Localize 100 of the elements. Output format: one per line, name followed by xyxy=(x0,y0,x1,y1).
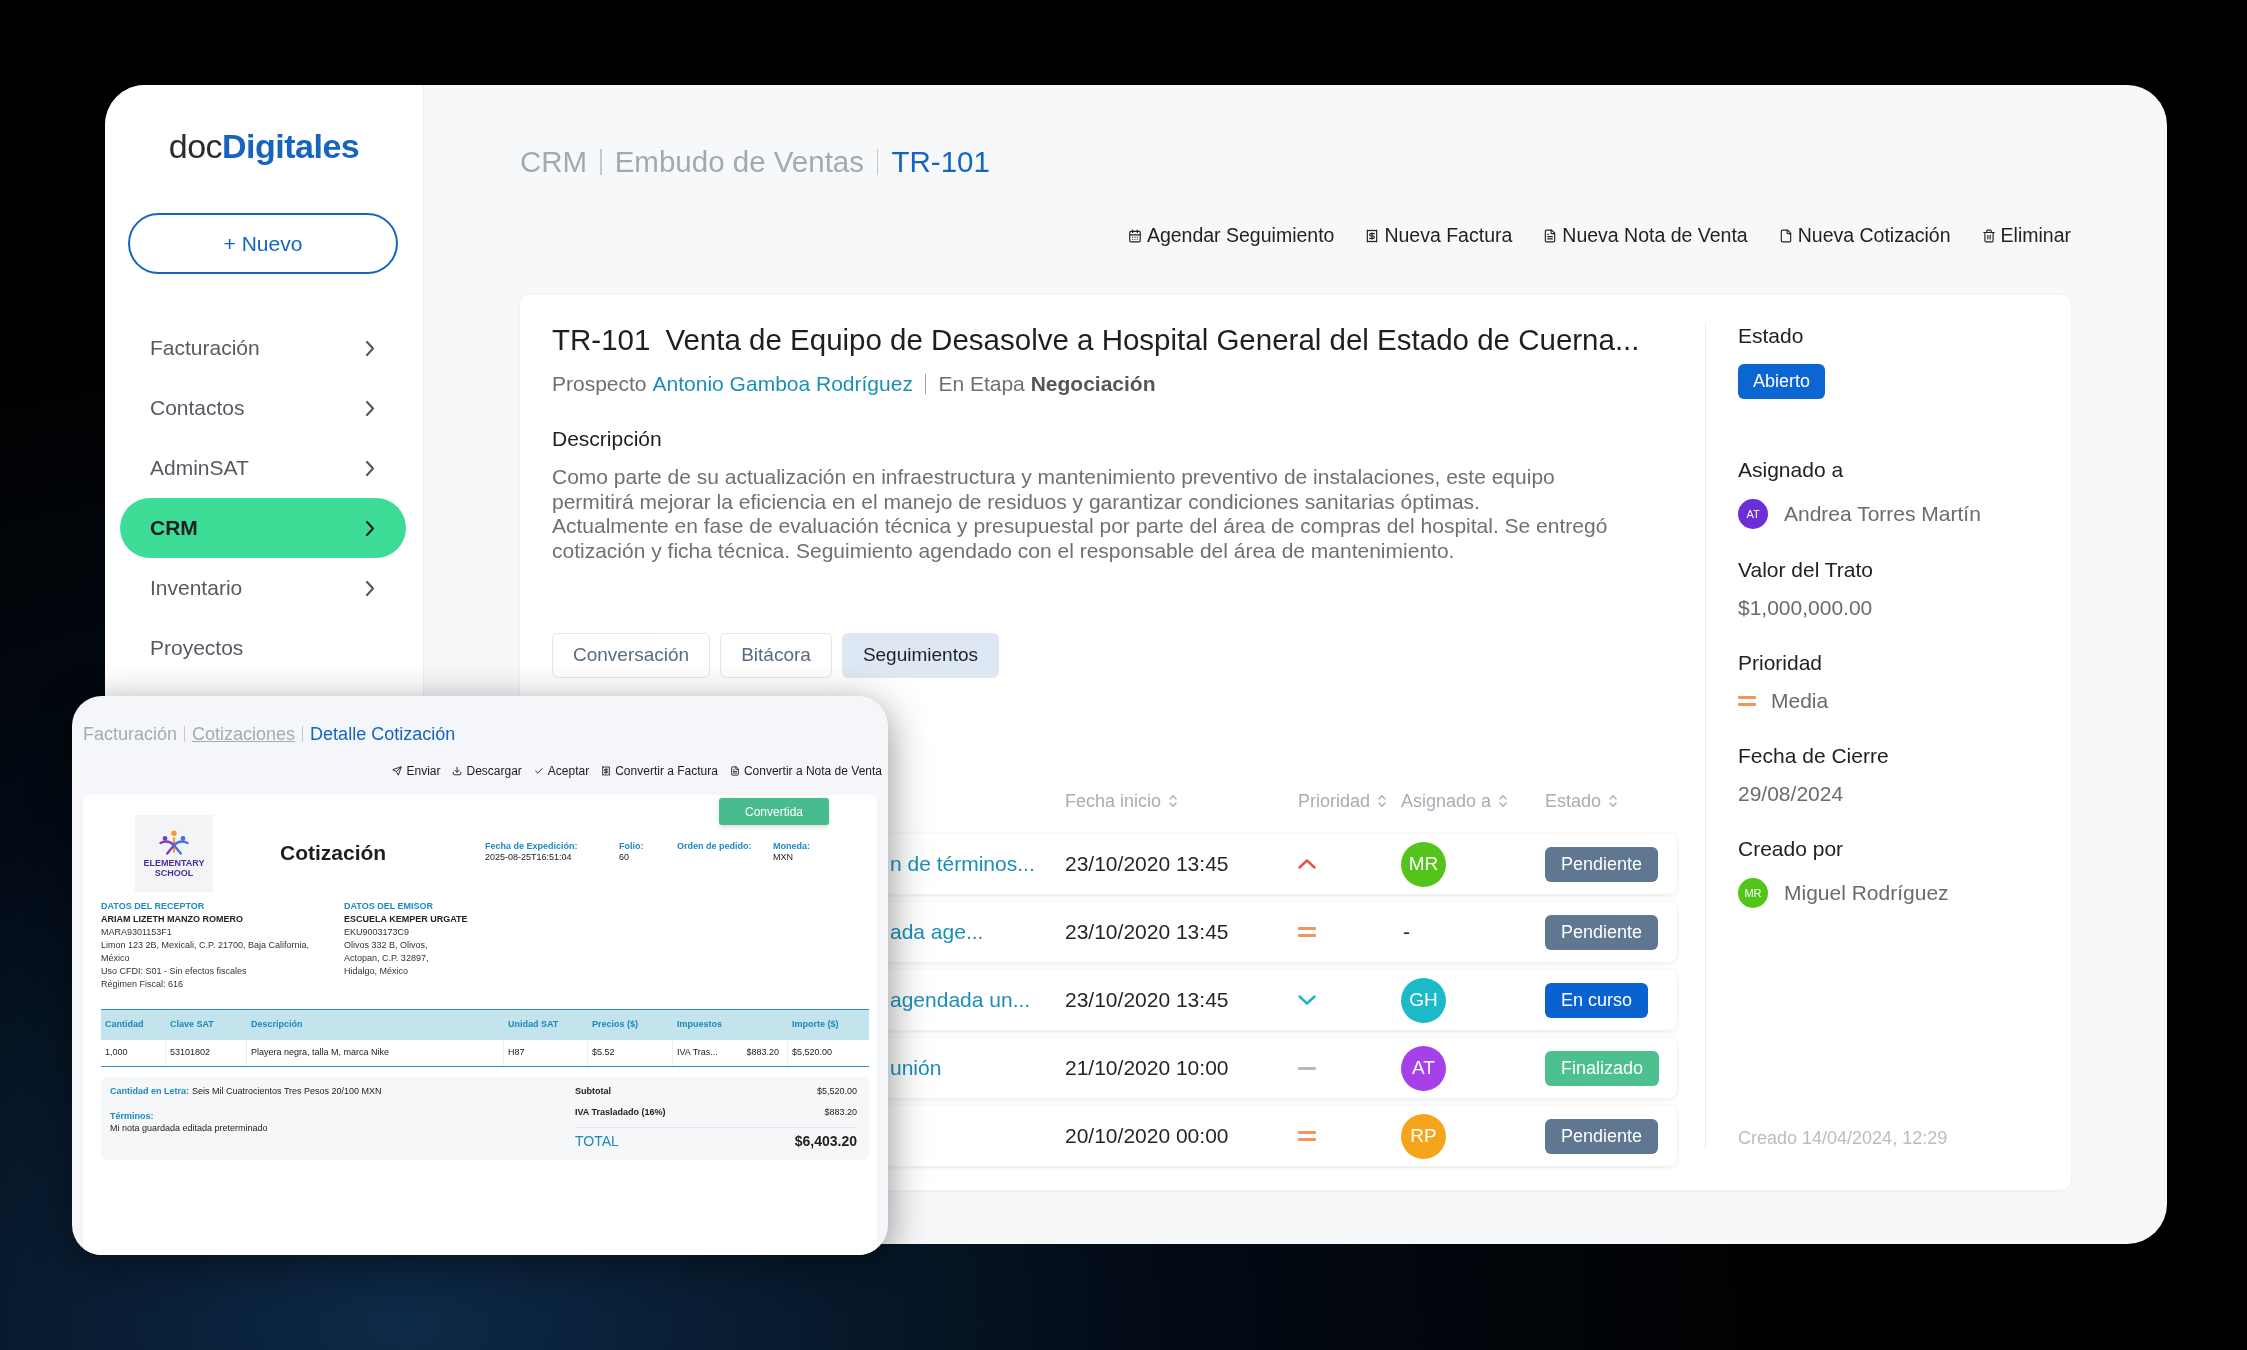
avatar: MR xyxy=(1738,878,1768,908)
toolbar-button[interactable]: Aceptar xyxy=(533,762,590,780)
column-header: Precios ($) xyxy=(592,1018,639,1032)
column-header: Importe ($) xyxy=(792,1018,839,1032)
totals-value: $5,520.00 xyxy=(816,1085,857,1097)
field-value: Media xyxy=(1771,688,1829,714)
meta-label: Orden de pedido: xyxy=(677,841,752,852)
sidebar-item[interactable]: Proyectos xyxy=(120,618,406,678)
send-icon xyxy=(392,766,403,776)
followup-title-link[interactable]: n de términos... xyxy=(890,848,1035,880)
download-icon xyxy=(452,766,463,776)
terms-label: Términos: xyxy=(110,1110,154,1122)
created-timestamp: Creado 14/04/2024, 12:29 xyxy=(1738,1127,1948,1149)
field-label: Prioridad xyxy=(1738,650,1823,676)
prospect-link[interactable]: Antonio Gamboa Rodríguez xyxy=(652,370,913,398)
trash-icon xyxy=(1981,229,1996,243)
sidebar-item[interactable]: CRM xyxy=(120,498,406,558)
sort-icon xyxy=(1378,794,1387,808)
breadcrumb-item: Facturación xyxy=(83,723,178,745)
amount-label: Cantidad en Letra: xyxy=(110,1085,189,1097)
field-label: Asignado a xyxy=(1738,457,1844,483)
description-heading: Descripción xyxy=(552,426,662,452)
toolbar-button[interactable]: Descargar xyxy=(452,762,522,780)
tab[interactable]: Seguimientos xyxy=(841,633,999,678)
field-label: Creado por xyxy=(1738,836,1844,862)
followup-title-link[interactable]: ada age... xyxy=(890,916,984,948)
receipt-icon xyxy=(601,766,612,776)
tab[interactable]: Conversación xyxy=(552,633,711,678)
tab[interactable]: Bitácora xyxy=(720,633,832,678)
column-header: Unidad SAT xyxy=(508,1018,559,1032)
toolbar-button[interactable]: Nueva Cotización xyxy=(1778,221,1951,251)
check-icon xyxy=(533,766,544,776)
party-detail: EKU9003173C9 xyxy=(344,926,410,939)
new-button[interactable]: + Nuevo xyxy=(128,213,398,274)
party-detail: Régimen Fiscal: 616 xyxy=(101,978,184,991)
sidebar-item[interactable]: AdminSAT xyxy=(120,438,406,498)
party-name: ARIAM LIZETH MANZO ROMERO xyxy=(101,913,243,926)
sidebar-item[interactable]: Inventario xyxy=(120,558,406,618)
toolbar-button[interactable]: Convertir a Factura xyxy=(601,762,718,780)
sidebar-item[interactable]: Contactos xyxy=(120,378,406,438)
breadcrumb-current: TR-101 xyxy=(891,144,990,180)
date-cell-text: 21/10/2020 10:00 xyxy=(1065,1055,1229,1082)
status-badge: En curso xyxy=(1545,982,1649,1018)
meta-label: Moneda: xyxy=(773,841,810,852)
unassigned-text: - xyxy=(1403,919,1410,946)
field-value: $1,000,000.00 xyxy=(1738,595,1873,621)
amount-in-words: Seis Mil Cuatrocientos Tres Pesos 20/100 MXN xyxy=(192,1085,382,1097)
meta-label: Folio: xyxy=(619,841,644,852)
toolbar-button[interactable]: Nueva Factura xyxy=(1365,221,1513,251)
avatar: RP xyxy=(1401,1113,1446,1159)
stage-text: En Etapa Negociación xyxy=(938,371,1156,397)
column-header: Clave SAT xyxy=(170,1018,214,1032)
field-value: Andrea Torres Martín xyxy=(1784,501,1981,527)
toolbar-button[interactable]: Eliminar xyxy=(1981,221,2071,251)
total-amount: $6,403.20 xyxy=(794,1132,857,1150)
sidebar-item[interactable]: Facturación xyxy=(120,318,406,378)
calendar-icon xyxy=(1127,229,1142,243)
party-name: ESCUELA KEMPER URGATE xyxy=(344,913,468,926)
prospect-label: Prospecto xyxy=(552,371,647,397)
document-title: Cotización xyxy=(280,841,387,865)
sort-icon xyxy=(1609,794,1618,808)
party-detail: MARA9301153F1 xyxy=(101,926,172,939)
logo-text: ELEMENTARY SCHOOL xyxy=(142,857,206,878)
status-badge: Finalizado xyxy=(1545,1050,1660,1086)
toolbar-button[interactable]: Agendar Seguimiento xyxy=(1127,221,1335,251)
breadcrumb-current: Detalle Cotización xyxy=(310,723,456,745)
date-cell-text: 23/10/2020 13:45 xyxy=(1065,919,1229,946)
party-detail: Uso CFDI: S01 - Sin efectos fiscales xyxy=(101,965,247,978)
sort-icon xyxy=(1169,794,1178,808)
toolbar-button[interactable]: Nueva Nota de Venta xyxy=(1543,221,1748,251)
table-cell: IVA Tras... xyxy=(677,1046,718,1060)
meta-value: MXN xyxy=(773,852,793,863)
deal-title: Venta de Equipo de Desasolve a Hospital General del Estado de Cuerna... xyxy=(665,322,1640,358)
status-badge: Pendiente xyxy=(1545,1118,1659,1154)
brand-logo: docDigitales xyxy=(168,126,360,166)
followup-title-link[interactable]: unión xyxy=(890,1052,942,1084)
deal-code: TR-101 xyxy=(552,322,651,358)
table-cell: $5,520.00 xyxy=(792,1046,833,1060)
terms-text: Mi nota guardada editada preterminado xyxy=(110,1122,268,1134)
status-badge: Pendiente xyxy=(1545,914,1659,950)
avatar: MR xyxy=(1401,841,1446,887)
date-cell-text: 23/10/2020 13:45 xyxy=(1065,987,1229,1014)
deal-status-badge: Abierto xyxy=(1738,364,1826,399)
meta-value: 60 xyxy=(619,852,629,863)
party-detail: Limon 123 2B, Mexicali, C.P. 21700, Baja California, México xyxy=(101,939,310,965)
totals-value: $883.20 xyxy=(824,1106,857,1118)
date-cell-text: 23/10/2020 13:45 xyxy=(1065,851,1229,878)
description-text: Actualmente en fase de evaluación técnica y presupuestal por parte del área de compras del hospital. Se entregó cotización y ficha técnica. Seguimiento agendado con el responsable del área de mantenimiento. xyxy=(552,514,1609,563)
table-cell: 1,000 xyxy=(105,1046,128,1060)
party-heading: DATOS DEL EMISOR xyxy=(344,900,433,913)
toolbar-button[interactable]: Enviar xyxy=(392,762,441,780)
toolbar-button[interactable]: Convertir a Nota de Venta xyxy=(729,762,882,780)
table-cell: 53101802 xyxy=(170,1046,211,1060)
meta-value: 2025-08-25T16:51:04 xyxy=(485,852,572,863)
document-icon xyxy=(1543,229,1558,243)
status-badge: Pendiente xyxy=(1545,846,1659,882)
followup-title-link[interactable]: agendada un... xyxy=(890,984,1031,1016)
meta-label: Fecha de Expedición: xyxy=(485,841,578,852)
totals-label: Subtotal xyxy=(575,1085,611,1097)
field-value: Miguel Rodríguez xyxy=(1784,880,1949,906)
